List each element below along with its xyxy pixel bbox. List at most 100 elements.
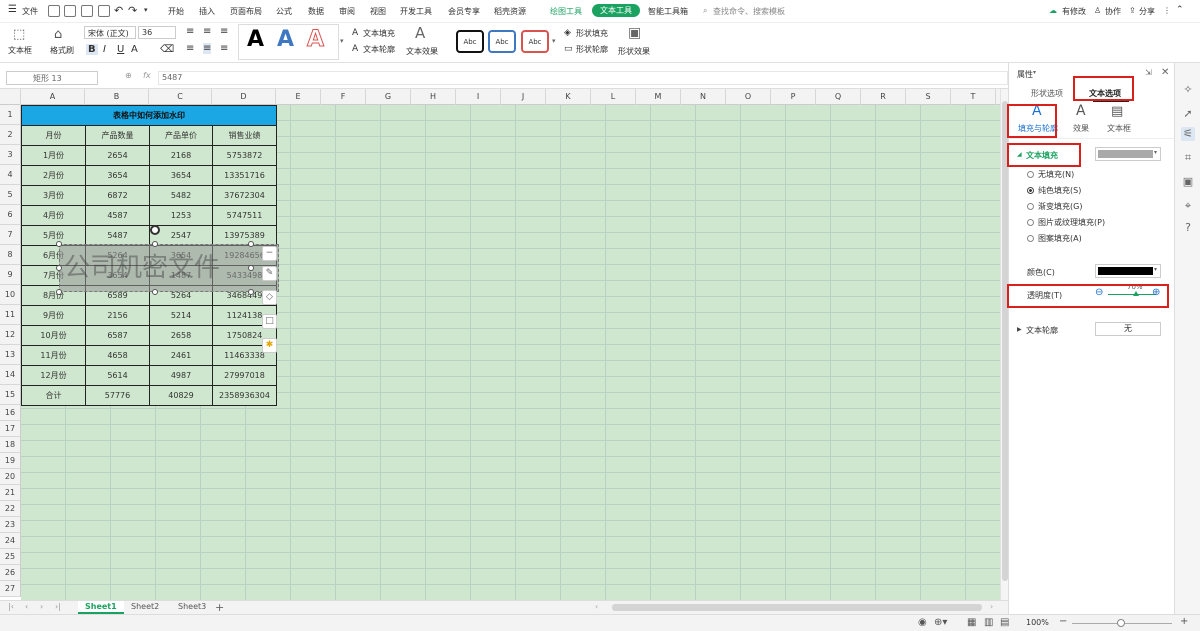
label-solid-fill[interactable]: 纯色填充(S) (1038, 185, 1081, 196)
textbox-button[interactable]: 文本框 (8, 45, 32, 56)
row-header[interactable]: 2 (0, 125, 21, 145)
horizontal-scroll-thumb[interactable] (612, 604, 982, 611)
table-cell[interactable]: 3654 (149, 165, 213, 186)
tab-insert[interactable]: 插入 (199, 6, 215, 17)
radio-picture-fill[interactable] (1027, 219, 1034, 226)
header-cell[interactable]: 销售业绩 (212, 125, 277, 146)
table-cell[interactable]: 合计 (21, 385, 86, 406)
column-header[interactable]: B (85, 89, 149, 105)
table-cell[interactable]: 5614 (85, 365, 150, 386)
fill-bucket-icon[interactable]: ◇ (262, 290, 277, 305)
zoom-in-icon[interactable]: + (1180, 616, 1188, 627)
row-header[interactable]: 24 (0, 533, 21, 549)
table-cell[interactable]: 11月份 (21, 345, 86, 366)
share-icon[interactable]: ⇪ (1129, 6, 1136, 15)
column-header[interactable]: F (321, 89, 366, 105)
zoom-out-icon[interactable]: − (1059, 616, 1067, 627)
table-cell[interactable]: 5753872 (212, 145, 277, 166)
column-header[interactable]: A (21, 89, 85, 105)
table-cell[interactable]: 1253 (149, 205, 213, 226)
shape-effect-icon[interactable]: ▣ (628, 25, 641, 41)
row-header[interactable]: 15 (0, 385, 21, 405)
header-cell[interactable]: 产品单价 (149, 125, 213, 146)
tab-formula[interactable]: 公式 (276, 6, 292, 17)
text-outline-button[interactable]: 文本轮廓 (363, 44, 395, 55)
format-painter-icon[interactable]: ⌂ (54, 27, 62, 42)
resize-handle[interactable] (248, 265, 254, 271)
header-cell[interactable]: 产品数量 (85, 125, 150, 146)
radio-gradient-fill[interactable] (1027, 203, 1034, 210)
scroll-left-icon[interactable]: ‹ (595, 602, 598, 611)
table-cell[interactable]: 1月份 (21, 145, 86, 166)
help-icon[interactable]: ? (1181, 221, 1195, 235)
column-header[interactable]: T (951, 89, 996, 105)
resize-handle[interactable] (248, 289, 254, 295)
fx-icon[interactable]: fx (143, 71, 151, 80)
text-effect-button[interactable]: 文本效果 (406, 46, 438, 57)
style-brush-icon[interactable]: ✧ (1181, 83, 1195, 97)
text-fill-button[interactable]: 文本填充 (363, 28, 395, 39)
column-header[interactable]: O (726, 89, 771, 105)
section-text-outline[interactable]: 文本轮廓 (1026, 325, 1058, 336)
row-header[interactable]: 22 (0, 501, 21, 517)
textbox-props-icon[interactable]: ▤ (1111, 104, 1123, 119)
font-color-button[interactable]: A (131, 44, 138, 55)
first-sheet-icon[interactable]: |‹ (8, 602, 14, 611)
last-sheet-icon[interactable]: ›| (55, 602, 61, 611)
text-outline-icon[interactable]: A (352, 44, 358, 54)
tab-drawing-tools[interactable]: 绘图工具 (550, 6, 582, 17)
scroll-right-icon[interactable]: › (990, 602, 993, 611)
indent-icon[interactable]: ≡ (220, 43, 228, 54)
subtab-textbox[interactable]: 文本框 (1107, 123, 1131, 134)
label-gradient-fill[interactable]: 渐变填充(G) (1038, 201, 1082, 212)
column-header[interactable]: H (411, 89, 456, 105)
shape-style-red[interactable]: Abc (521, 30, 549, 53)
preview-icon[interactable] (98, 5, 110, 17)
table-cell[interactable]: 40829 (149, 385, 213, 406)
row-header[interactable]: 12 (0, 325, 21, 345)
tab-review[interactable]: 审阅 (339, 6, 355, 17)
sheet-tab-1[interactable]: Sheet1 (78, 601, 124, 614)
table-cell[interactable]: 10月份 (21, 325, 86, 346)
table-cell[interactable]: 2月份 (21, 165, 86, 186)
watermark-textbox[interactable]: 公司机密文件 (59, 244, 279, 292)
tab-text-tools[interactable]: 文本工具 (592, 4, 640, 17)
column-header[interactable]: L (591, 89, 636, 105)
resize-handle[interactable] (248, 241, 254, 247)
shape-style-black[interactable]: Abc (456, 30, 484, 53)
row-header[interactable]: 23 (0, 517, 21, 533)
header-cell[interactable]: 月份 (21, 125, 86, 146)
outline-section-expand-icon[interactable]: ▶ (1017, 326, 1022, 333)
table-title[interactable]: 表格中如何添加水印 (21, 105, 277, 126)
column-header[interactable]: E (276, 89, 321, 105)
justify-icon[interactable]: ≡ (186, 43, 194, 54)
table-cell[interactable]: 13351716 (212, 165, 277, 186)
zoom-level[interactable]: 100% (1026, 618, 1049, 627)
cloud-icon[interactable]: ☁ (1049, 6, 1057, 15)
align-center-icon[interactable]: ≡ (203, 26, 211, 37)
row-header[interactable]: 14 (0, 365, 21, 385)
add-sheet-icon[interactable]: + (215, 601, 224, 614)
lightbulb-icon[interactable]: ✱ (262, 338, 277, 353)
table-cell[interactable]: 5482 (149, 185, 213, 206)
collab-icon[interactable]: ♙ (1094, 6, 1101, 15)
label-pattern-fill[interactable]: 图案填充(A) (1038, 233, 1082, 244)
art-style-blue[interactable]: A (277, 27, 294, 52)
tab-page-layout[interactable]: 页面布局 (230, 6, 262, 17)
table-cell[interactable]: 2156 (85, 305, 150, 326)
column-header[interactable]: K (546, 89, 591, 105)
row-header[interactable]: 26 (0, 565, 21, 581)
column-header[interactable]: Q (816, 89, 861, 105)
column-header[interactable]: C (149, 89, 212, 105)
search-icon[interactable]: ⌕ (703, 6, 707, 16)
distribute-icon[interactable]: ≡ (203, 43, 212, 54)
print-icon[interactable] (81, 5, 93, 17)
chevron-down-icon[interactable]: ▾ (144, 6, 148, 14)
tab-view[interactable]: 视图 (370, 6, 386, 17)
column-header[interactable]: D (212, 89, 276, 105)
tab-start[interactable]: 开始 (168, 6, 184, 17)
art-style-red[interactable]: A (306, 27, 324, 53)
shape-outline-button[interactable]: 形状轮廓 (576, 44, 608, 55)
row-header[interactable]: 4 (0, 165, 21, 185)
art-style-black[interactable]: A (247, 27, 264, 52)
